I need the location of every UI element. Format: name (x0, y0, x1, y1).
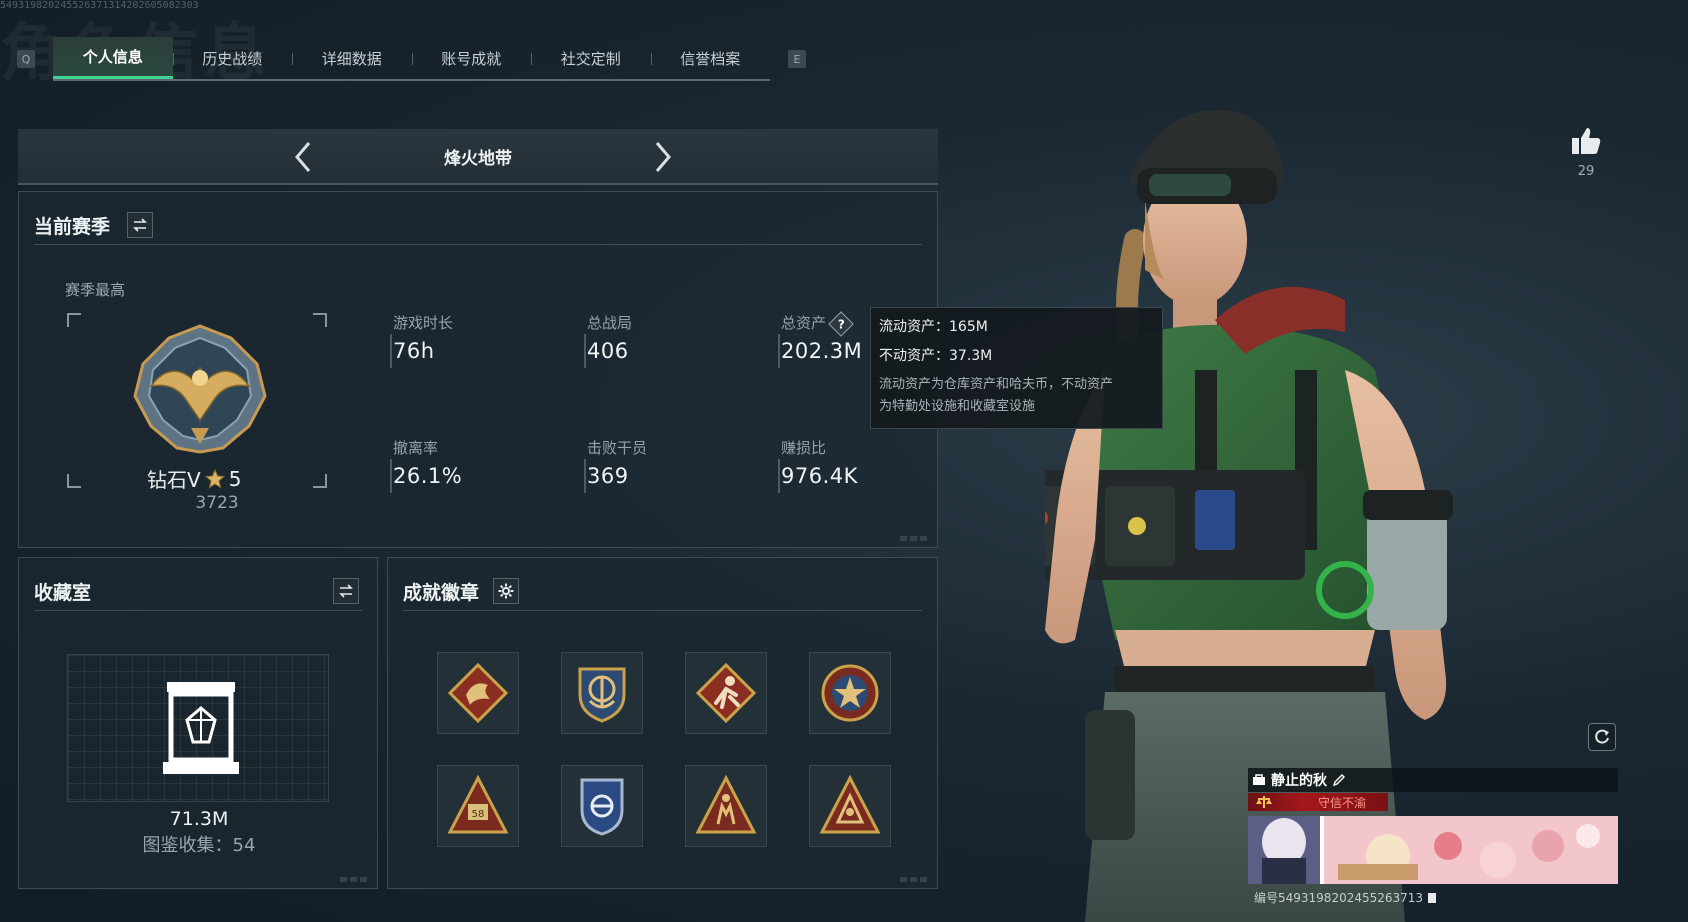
edit-icon[interactable] (1332, 773, 1346, 787)
player-id: 编号5493198202455263713 (1254, 891, 1424, 905)
divider (403, 610, 922, 611)
achievements-title: 成就徽章 (403, 582, 480, 604)
stat-play-time: 游戏时长 76h (390, 312, 453, 368)
rotate-icon (1595, 729, 1609, 744)
like-count: 29 (1577, 164, 1595, 179)
stat-operators-defeated: 击败干员 369 (584, 437, 647, 493)
season-best-label: 赛季最高 (65, 281, 126, 299)
collection-room-panel: 收藏室 71.3M 图鉴收集：54 (18, 557, 378, 889)
diamond-rank-emblem-icon (133, 324, 267, 454)
swap-icon (133, 218, 147, 232)
mode-selector: 烽火地带 (18, 129, 938, 185)
tab-detailed-data[interactable]: 详细数据 (292, 37, 412, 79)
rank-name-row: 钻石V 5 (147, 464, 287, 493)
figures-badge-icon (695, 774, 757, 834)
runner-badge-icon (695, 662, 757, 724)
triangle-badge-icon (819, 774, 881, 834)
badge-runner[interactable] (685, 652, 767, 734)
tab-social-customization[interactable]: 社交定制 (531, 37, 651, 79)
dragon-badge-icon (447, 662, 509, 724)
collection-title: 收藏室 (34, 582, 92, 604)
rotate-view-button[interactable] (1588, 723, 1616, 751)
tab-match-history[interactable]: 历史战绩 (172, 37, 293, 79)
achievements-settings-button[interactable] (493, 578, 519, 604)
briefcase-icon (1253, 774, 1265, 785)
display-case-icon (163, 682, 239, 774)
svg-text:58: 58 (472, 809, 485, 820)
top-tab-bar: Q 个人信息 历史战绩 详细数据 账号成就 社交定制 信誉档案 E (17, 37, 806, 81)
achievement-badges-panel: 成就徽章 58 (387, 557, 938, 889)
player-id-row: 编号5493198202455263713 (1254, 889, 1437, 906)
collection-count: 图鉴收集：54 (142, 835, 256, 856)
player-card[interactable]: 静止的秋 守信不渝 编号5493198202455263713 (1248, 768, 1618, 908)
reputation-banner: 守信不渝 (1248, 793, 1388, 811)
mode-prev-button[interactable] (288, 141, 318, 173)
badge-shield[interactable] (561, 765, 643, 847)
scales-icon (1256, 796, 1272, 808)
season-switch-button[interactable] (127, 212, 153, 238)
tab-account-achievements[interactable]: 账号成就 (411, 37, 532, 79)
tooltip-desc-line2: 为特勤处设施和收藏室设施 (879, 399, 1036, 414)
player-card-banner-image (1248, 816, 1618, 884)
chevron-right-icon (655, 142, 671, 172)
help-icon[interactable]: ? (828, 310, 854, 337)
anchor-badge-icon (578, 667, 626, 723)
key-hint-q[interactable]: Q (17, 50, 35, 68)
stat-total-matches: 总战局 406 (584, 312, 632, 368)
mode-next-button[interactable] (648, 141, 678, 173)
gear-icon (498, 583, 514, 599)
badge-triangle[interactable] (809, 765, 891, 847)
panel-corner-decoration (900, 877, 927, 882)
divider (34, 244, 922, 245)
panel-corner-decoration (340, 877, 367, 882)
player-name-row: 静止的秋 (1248, 768, 1618, 792)
current-season-panel: 当前赛季 赛季最高 钻石V 5 3723 游戏时长 76h 总战局 406 总资… (18, 191, 938, 548)
tab-personal-info[interactable]: 个人信息 (53, 37, 173, 79)
badge-dragon[interactable] (437, 652, 519, 734)
rank-score: 3723 (195, 493, 239, 513)
mode-title: 烽火地带 (444, 148, 512, 169)
badge-number-58[interactable]: 58 (437, 765, 519, 847)
tab-list: 个人信息 历史战绩 详细数据 账号成就 社交定制 信誉档案 (53, 37, 770, 81)
collection-switch-button[interactable] (333, 578, 359, 604)
tooltip-desc-line1: 流动资产为仓库资产和哈夫币，不动资产 (879, 377, 1114, 392)
star-icon (204, 468, 225, 489)
tab-credit-record[interactable]: 信誉档案 (650, 37, 771, 79)
chevron-left-icon (295, 142, 311, 172)
swap-icon (339, 584, 353, 598)
season-title: 当前赛季 (34, 216, 111, 238)
like-widget[interactable]: 29 (1566, 126, 1606, 179)
tooltip-fixed-assets: 不动资产：37.3M (879, 348, 993, 364)
badge-anchor[interactable] (561, 652, 643, 734)
reputation-text: 守信不渝 (1318, 795, 1367, 810)
panel-corner-decoration (900, 536, 927, 541)
thumbs-up-icon (1572, 128, 1601, 154)
collection-value: 71.3M (169, 808, 229, 830)
badge-star[interactable] (809, 652, 891, 734)
star-badge-icon (821, 664, 879, 722)
stat-extraction-rate: 撤离率 26.1% (390, 437, 462, 493)
rank-name: 钻石V (147, 468, 201, 492)
assets-tooltip: 流动资产：165M 不动资产：37.3M 流动资产为仓库资产和哈夫币，不动资产 … (870, 307, 1163, 429)
shield-badge-icon (580, 778, 624, 836)
player-name: 静止的秋 (1271, 773, 1327, 789)
rank-stars: 5 (228, 466, 242, 491)
copy-icon[interactable] (1427, 892, 1437, 904)
divider (34, 610, 362, 611)
number-58-badge-icon: 58 (447, 774, 509, 834)
key-hint-e[interactable]: E (788, 50, 806, 68)
stat-profit-loss-ratio: 赚损比 976.4K (778, 437, 858, 493)
tooltip-liquid-assets: 流动资产：165M (879, 319, 988, 335)
badge-figures[interactable] (685, 765, 767, 847)
stat-total-assets: 总资产? 202.3M (778, 310, 862, 368)
